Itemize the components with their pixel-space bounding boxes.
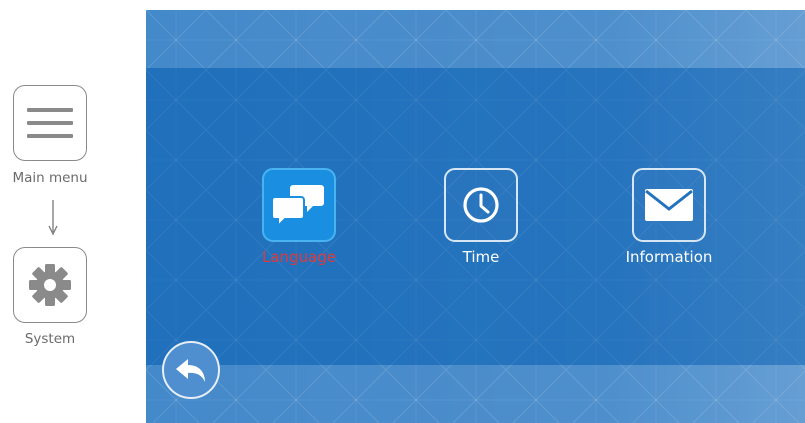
menu-item-language[interactable]: Language bbox=[234, 168, 364, 266]
gear-icon bbox=[29, 264, 71, 306]
language-label: Language bbox=[261, 248, 337, 266]
language-tile[interactable] bbox=[262, 168, 336, 242]
time-label: Time bbox=[462, 248, 500, 266]
information-label: Information bbox=[625, 248, 713, 266]
back-arrow-icon bbox=[176, 359, 205, 382]
system-breadcrumb-icon bbox=[13, 247, 87, 323]
information-tile[interactable] bbox=[632, 168, 706, 242]
app-root: Main menu System Language Time Informati… bbox=[0, 0, 805, 423]
time-tile[interactable] bbox=[444, 168, 518, 242]
clock-icon bbox=[463, 187, 499, 223]
back-button[interactable] bbox=[162, 341, 220, 399]
menu-item-information[interactable]: Information bbox=[604, 168, 734, 266]
hamburger-menu-icon bbox=[27, 108, 73, 138]
down-arrow-icon bbox=[48, 200, 58, 240]
system-breadcrumb-label: System bbox=[24, 331, 76, 347]
envelope-icon bbox=[645, 189, 693, 221]
main-menu-breadcrumb-icon bbox=[13, 85, 87, 161]
top-band bbox=[146, 10, 805, 68]
chat-bubbles-icon bbox=[271, 185, 324, 229]
bottom-band bbox=[146, 365, 805, 423]
menu-item-time[interactable]: Time bbox=[416, 168, 546, 266]
main-menu-breadcrumb-label: Main menu bbox=[12, 170, 88, 186]
